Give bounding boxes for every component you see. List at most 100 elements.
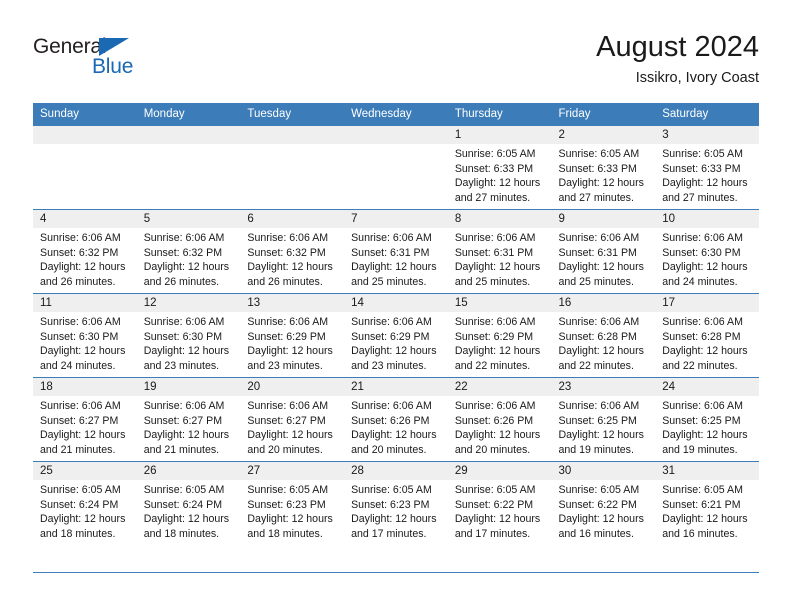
day-cell-content: 20 Sunrise: 6:06 AM Sunset: 6:27 PM Dayligh… bbox=[240, 378, 345, 461]
calendar-day-cell[interactable]: 13 Sunrise: 6:06 AM Sunset: 6:29 PM Dayligh… bbox=[240, 293, 345, 378]
sunrise-text: Sunrise: 6:06 AM bbox=[351, 400, 432, 412]
sunrise-text: Sunrise: 6:05 AM bbox=[40, 484, 121, 496]
calendar-day-cell[interactable] bbox=[136, 125, 241, 210]
calendar-bottom-rule bbox=[33, 572, 759, 573]
day-cell-content: 19 Sunrise: 6:06 AM Sunset: 6:27 PM Dayligh… bbox=[136, 378, 241, 461]
day-number: 27 bbox=[240, 462, 345, 480]
sunset-text: Sunset: 6:30 PM bbox=[40, 330, 119, 343]
sunset-text: Sunset: 6:22 PM bbox=[558, 498, 637, 511]
calendar-day-cell[interactable]: 12 Sunrise: 6:06 AM Sunset: 6:30 PM Dayligh… bbox=[136, 293, 241, 378]
sunrise-text: Sunrise: 6:06 AM bbox=[454, 232, 536, 244]
calendar-day-cell[interactable]: 8 Sunrise: 6:06 AM Sunset: 6:31 PM Daylight… bbox=[447, 209, 552, 294]
day-number: 22 bbox=[447, 378, 552, 396]
sunrise-text: Sunrise: 6:06 AM bbox=[247, 316, 329, 328]
sunrise-text: Sunrise: 6:06 AM bbox=[662, 316, 743, 328]
sun-info: Sunrise: 6:06 AM Sunset: 6:29 PM Daylight:… bbox=[344, 312, 448, 373]
calendar-day-cell[interactable]: 19 Sunrise: 6:06 AM Sunset: 6:27 PM Dayligh… bbox=[136, 377, 241, 462]
calendar-day-cell[interactable]: 2 Sunrise: 6:05 AM Sunset: 6:33 PM Daylight… bbox=[551, 125, 656, 210]
logo-text-blue: Blue bbox=[92, 55, 134, 78]
calendar-day-cell[interactable]: 7 Sunrise: 6:06 AM Sunset: 6:31 PM Daylight… bbox=[344, 209, 448, 294]
calendar-day-cell[interactable]: 15 Sunrise: 6:06 AM Sunset: 6:29 PM Dayligh… bbox=[447, 293, 552, 378]
weekday-header-wednesday: Wednesday bbox=[344, 103, 448, 126]
day-cell-content: 23 Sunrise: 6:06 AM Sunset: 6:25 PM Dayligh… bbox=[551, 378, 656, 461]
day-number bbox=[136, 126, 241, 144]
calendar-day-cell[interactable]: 14 Sunrise: 6:06 AM Sunset: 6:29 PM Dayligh… bbox=[344, 293, 448, 378]
day-cell-content bbox=[136, 126, 241, 209]
calendar-day-cell[interactable]: 10 Sunrise: 6:06 AM Sunset: 6:30 PM Dayligh… bbox=[655, 209, 759, 294]
daylight-text-line2: and 21 minutes. bbox=[40, 443, 116, 456]
day-number: 1 bbox=[447, 126, 552, 144]
calendar-day-cell[interactable]: 20 Sunrise: 6:06 AM Sunset: 6:27 PM Dayligh… bbox=[240, 377, 345, 462]
calendar-day-cell[interactable]: 18 Sunrise: 6:06 AM Sunset: 6:27 PM Dayligh… bbox=[33, 377, 137, 462]
day-cell-content bbox=[344, 126, 448, 209]
sunset-text: Sunset: 6:31 PM bbox=[454, 246, 534, 259]
daylight-text-line2: and 24 minutes. bbox=[662, 275, 738, 288]
daylight-text-line1: Daylight: 12 hours bbox=[454, 177, 541, 190]
weekday-header-sunday: Sunday bbox=[33, 103, 137, 126]
calendar-day-cell[interactable]: 11 Sunrise: 6:06 AM Sunset: 6:30 PM Dayligh… bbox=[33, 293, 137, 378]
daylight-text-line1: Daylight: 12 hours bbox=[558, 177, 644, 190]
calendar-day-cell[interactable] bbox=[240, 125, 345, 210]
daylight-text-line2: and 16 minutes. bbox=[662, 527, 738, 540]
day-number: 25 bbox=[33, 462, 137, 480]
calendar-day-cell[interactable]: 4 Sunrise: 6:06 AM Sunset: 6:32 PM Daylight… bbox=[33, 209, 137, 294]
calendar-week-row: 4 Sunrise: 6:06 AM Sunset: 6:32 PM Daylight… bbox=[33, 209, 759, 294]
sunrise-text: Sunrise: 6:06 AM bbox=[558, 400, 640, 412]
day-cell-content: 21 Sunrise: 6:06 AM Sunset: 6:26 PM Dayligh… bbox=[344, 378, 448, 461]
calendar-day-cell[interactable]: 17 Sunrise: 6:06 AM Sunset: 6:28 PM Dayligh… bbox=[655, 293, 759, 378]
day-cell-content: 10 Sunrise: 6:06 AM Sunset: 6:30 PM Dayligh… bbox=[655, 210, 759, 293]
day-cell-content: 1 Sunrise: 6:05 AM Sunset: 6:33 PM Daylight… bbox=[447, 126, 552, 209]
calendar-day-cell[interactable] bbox=[344, 125, 448, 210]
daylight-text-line1: Daylight: 12 hours bbox=[247, 513, 333, 526]
calendar-day-cell[interactable]: 26 Sunrise: 6:05 AM Sunset: 6:24 PM Dayligh… bbox=[136, 461, 241, 545]
sun-info: Sunrise: 6:06 AM Sunset: 6:31 PM Daylight:… bbox=[552, 228, 656, 289]
daylight-text-line1: Daylight: 12 hours bbox=[558, 345, 644, 358]
calendar-day-cell[interactable]: 5 Sunrise: 6:06 AM Sunset: 6:32 PM Daylight… bbox=[136, 209, 241, 294]
sunrise-text: Sunrise: 6:06 AM bbox=[662, 400, 743, 412]
sunset-text: Sunset: 6:26 PM bbox=[351, 414, 430, 427]
calendar-day-cell[interactable]: 24 Sunrise: 6:06 AM Sunset: 6:25 PM Dayligh… bbox=[655, 377, 759, 462]
sun-info: Sunrise: 6:06 AM Sunset: 6:31 PM Daylight:… bbox=[448, 228, 552, 289]
calendar-day-cell[interactable]: 21 Sunrise: 6:06 AM Sunset: 6:26 PM Dayligh… bbox=[344, 377, 448, 462]
sun-info: Sunrise: 6:06 AM Sunset: 6:30 PM Daylight:… bbox=[655, 228, 759, 289]
sun-info: Sunrise: 6:05 AM Sunset: 6:24 PM Daylight:… bbox=[137, 480, 241, 541]
calendar-day-cell[interactable]: 23 Sunrise: 6:06 AM Sunset: 6:25 PM Dayligh… bbox=[551, 377, 656, 462]
sun-info: Sunrise: 6:06 AM Sunset: 6:29 PM Daylight:… bbox=[448, 312, 552, 373]
calendar-day-cell[interactable]: 22 Sunrise: 6:06 AM Sunset: 6:26 PM Dayligh… bbox=[447, 377, 552, 462]
day-cell-content: 22 Sunrise: 6:06 AM Sunset: 6:26 PM Dayligh… bbox=[447, 378, 552, 461]
day-cell-content bbox=[240, 126, 345, 209]
day-number: 4 bbox=[33, 210, 137, 228]
calendar-day-cell[interactable]: 16 Sunrise: 6:06 AM Sunset: 6:28 PM Dayligh… bbox=[551, 293, 656, 378]
calendar-day-cell[interactable]: 9 Sunrise: 6:06 AM Sunset: 6:31 PM Daylight… bbox=[551, 209, 656, 294]
sunset-text: Sunset: 6:27 PM bbox=[40, 414, 119, 427]
daylight-text-line2: and 23 minutes. bbox=[247, 359, 323, 372]
calendar-day-cell[interactable] bbox=[33, 125, 137, 210]
daylight-text-line1: Daylight: 12 hours bbox=[143, 345, 230, 358]
daylight-text-line1: Daylight: 12 hours bbox=[351, 513, 437, 526]
calendar-day-cell[interactable]: 28 Sunrise: 6:05 AM Sunset: 6:23 PM Dayligh… bbox=[344, 461, 448, 545]
calendar-day-cell[interactable]: 25 Sunrise: 6:05 AM Sunset: 6:24 PM Dayligh… bbox=[33, 461, 137, 545]
calendar-day-cell[interactable]: 30 Sunrise: 6:05 AM Sunset: 6:22 PM Dayligh… bbox=[551, 461, 656, 545]
sun-info: Sunrise: 6:06 AM Sunset: 6:26 PM Daylight:… bbox=[448, 396, 552, 457]
calendar-day-cell[interactable]: 6 Sunrise: 6:06 AM Sunset: 6:32 PM Daylight… bbox=[240, 209, 345, 294]
sunset-text: Sunset: 6:27 PM bbox=[143, 414, 223, 427]
sunrise-text: Sunrise: 6:06 AM bbox=[351, 316, 432, 328]
general-blue-logo[interactable]: General Blue bbox=[33, 36, 233, 77]
calendar-day-cell[interactable]: 27 Sunrise: 6:05 AM Sunset: 6:23 PM Dayligh… bbox=[240, 461, 345, 545]
daylight-text-line2: and 22 minutes. bbox=[662, 359, 738, 372]
sun-info: Sunrise: 6:06 AM Sunset: 6:26 PM Daylight:… bbox=[344, 396, 448, 457]
daylight-text-line1: Daylight: 12 hours bbox=[247, 429, 333, 442]
sunset-text: Sunset: 6:28 PM bbox=[558, 330, 637, 343]
sunrise-text: Sunrise: 6:05 AM bbox=[454, 148, 536, 160]
calendar-day-cell[interactable]: 31 Sunrise: 6:05 AM Sunset: 6:21 PM Dayligh… bbox=[655, 461, 759, 545]
day-cell-content: 6 Sunrise: 6:06 AM Sunset: 6:32 PM Daylight… bbox=[240, 210, 345, 293]
sun-info: Sunrise: 6:05 AM Sunset: 6:22 PM Daylight:… bbox=[448, 480, 552, 541]
calendar-day-cell[interactable]: 29 Sunrise: 6:05 AM Sunset: 6:22 PM Dayligh… bbox=[447, 461, 552, 545]
page-header: General Blue August 2024 Issikro, Ivory … bbox=[33, 30, 759, 98]
day-cell-content: 27 Sunrise: 6:05 AM Sunset: 6:23 PM Dayligh… bbox=[240, 462, 345, 545]
daylight-text-line1: Daylight: 12 hours bbox=[558, 429, 644, 442]
day-cell-content: 28 Sunrise: 6:05 AM Sunset: 6:23 PM Dayligh… bbox=[344, 462, 448, 545]
calendar-day-cell[interactable]: 1 Sunrise: 6:05 AM Sunset: 6:33 PM Daylight… bbox=[447, 125, 552, 210]
daylight-text-line2: and 18 minutes. bbox=[40, 527, 116, 540]
calendar-day-cell[interactable]: 3 Sunrise: 6:05 AM Sunset: 6:33 PM Daylight… bbox=[655, 125, 759, 210]
